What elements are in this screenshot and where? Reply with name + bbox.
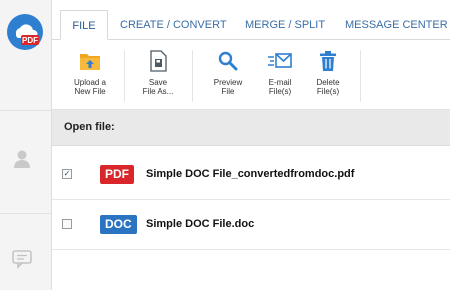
tab-message-center[interactable]: MESSAGE CENTER [345,10,448,40]
folder-upload-icon [80,54,100,70]
sidebar-item-chat[interactable] [11,248,33,270]
cloud-pdf-logo-icon: PDF [7,14,43,50]
app-logo[interactable]: PDF [6,13,44,51]
sidebar: PDF [0,0,52,290]
file-row[interactable]: DOC Simple DOC File.doc [52,200,450,250]
tab-merge-split[interactable]: MERGE / SPLIT [245,10,325,40]
save-as-button[interactable]: Save File As... [132,50,184,96]
delete-label: Delete File(s) [316,78,340,96]
open-file-label: Open file: [64,121,115,133]
open-file-header: Open file: [52,110,450,146]
email-icon [268,53,292,68]
file-name[interactable]: Simple DOC File.doc [146,218,254,230]
toolbar-divider [124,50,125,102]
save-file-icon [150,50,167,72]
file-toolbar: Upload a New File Save File As... Previe… [52,40,450,110]
tab-file[interactable]: FILE [60,10,108,40]
preview-label: Preview File [213,78,243,96]
upload-button[interactable]: Upload a New File [64,50,116,96]
delete-button[interactable]: Delete File(s) [302,50,354,96]
trash-icon [320,51,336,71]
file-checkbox[interactable]: ✓ [62,169,72,179]
logo-text: PDF [22,36,38,45]
email-button[interactable]: E-mail File(s) [254,50,306,96]
email-label: E-mail File(s) [268,78,292,96]
file-name[interactable]: Simple DOC File_convertedfromdoc.pdf [146,168,354,180]
tab-create-convert[interactable]: CREATE / CONVERT [120,10,227,40]
toolbar-divider [192,50,193,102]
toolbar-divider [360,50,361,102]
upload-label: Upload a New File [73,78,107,96]
tab-bar: FILE CREATE / CONVERT MERGE / SPLIT MESS… [52,0,450,40]
file-checkbox[interactable] [62,219,72,229]
save-label: Save File As... [142,78,174,96]
chat-icon [12,250,32,269]
magnifier-icon [218,51,238,71]
file-row[interactable]: ✓ PDF Simple DOC File_convertedfromdoc.p… [52,150,450,200]
file-type-badge: PDF [100,165,134,184]
file-type-badge: DOC [100,215,137,234]
preview-button[interactable]: Preview File [202,50,254,96]
user-icon [14,150,30,168]
sidebar-divider [0,110,51,111]
sidebar-divider [0,213,51,214]
sidebar-item-user[interactable] [11,148,33,170]
